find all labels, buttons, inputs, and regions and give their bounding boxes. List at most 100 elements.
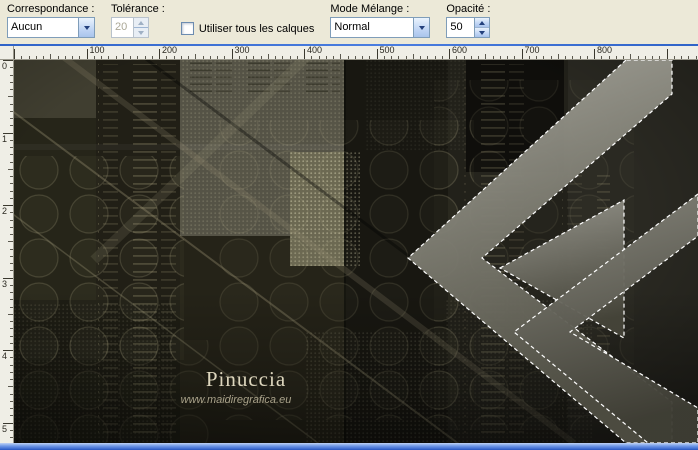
ruler-tick: [202, 56, 204, 59]
image-canvas[interactable]: Pinuccia www.maidiregrafica.eu: [14, 60, 698, 443]
workspace: 012345 Pinuccia www.maidiregrafica.eu: [0, 60, 698, 443]
vertical-ruler[interactable]: 0 1 2 3 4 5: [0, 60, 14, 443]
chevron-down-icon: [134, 27, 148, 37]
ruler-tick: [695, 56, 697, 59]
ruler-tick: [246, 56, 247, 59]
ruler-tick: [86, 49, 88, 59]
ruler-tick: [528, 56, 530, 59]
ruler-tick: [10, 154, 13, 156]
ruler-tick: [550, 56, 552, 59]
ruler-tick: [14, 49, 15, 59]
ruler-label: 300: [234, 46, 250, 55]
ruler-tick: [615, 56, 617, 59]
chevron-up-icon: [134, 18, 148, 27]
ruler-tick: [492, 56, 494, 59]
ruler-tick: [93, 56, 95, 59]
ruler-tick: [354, 56, 356, 59]
app-window: Correspondance : Aucun Tolérance : 20 Ut…: [0, 0, 698, 450]
ruler-tick: [10, 342, 13, 344]
bottom-scroll-edge[interactable]: [0, 443, 698, 450]
ruler-tick: [151, 56, 153, 59]
ruler-tick: [188, 56, 189, 59]
ruler-tick: [35, 56, 37, 59]
opacity-value: 50: [450, 21, 463, 33]
ruler-tick: [224, 56, 226, 59]
ruler-tick: [296, 56, 298, 59]
chevron-down-icon[interactable]: [413, 18, 430, 37]
ruler-label: 0: [2, 61, 8, 71]
use-all-layers-label: Utiliser tous les calques: [198, 22, 315, 35]
ruler-tick: [485, 54, 487, 59]
use-all-layers-group: Utiliser tous les calques: [180, 22, 315, 35]
use-all-layers-checkbox[interactable]: [180, 22, 194, 35]
ruler-label: 700: [524, 46, 540, 55]
ruler-tick: [8, 313, 13, 315]
ruler-tick: [10, 400, 13, 402]
ruler-tick: [10, 219, 13, 221]
opacity-input[interactable]: 50: [446, 17, 491, 38]
ruler-label: 200: [162, 46, 178, 55]
ruler-tick: [463, 56, 465, 59]
ruler-tick: [267, 54, 269, 59]
ruler-tick: [470, 56, 472, 59]
ruler-tick: [10, 364, 13, 366]
ruler-tick: [275, 56, 276, 59]
ruler-tick: [10, 371, 13, 373]
ruler-tick: [144, 56, 146, 59]
correspondance-select[interactable]: Aucun: [7, 17, 95, 38]
ruler-tick: [10, 263, 13, 264]
ruler-tick: [608, 56, 610, 59]
ruler-tick: [10, 139, 13, 141]
ruler-tick: [231, 49, 233, 59]
ruler-tick: [10, 89, 13, 90]
ruler-tick: [579, 56, 581, 59]
ruler-tick: [209, 56, 211, 59]
opacity-label: Opacité :: [446, 3, 491, 15]
tool-options-bar: Correspondance : Aucun Tolérance : 20 Ut…: [0, 0, 698, 44]
ruler-tick: [10, 226, 13, 228]
horizontal-ruler[interactable]: 100 200 300 400 500 600 700 800: [14, 46, 698, 59]
ruler-tick: [10, 429, 13, 431]
ruler-tick: [289, 56, 291, 59]
ruler-tick: [8, 168, 13, 170]
ruler-tick: [543, 56, 545, 59]
chevron-down-icon[interactable]: [475, 27, 490, 37]
ruler-tick: [10, 299, 13, 301]
ruler-tick: [412, 54, 414, 59]
ruler-tick: [10, 357, 13, 359]
ruler-tick: [10, 437, 13, 438]
correspondance-group: Correspondance : Aucun: [7, 3, 95, 38]
watermark-name: Pinuccia: [206, 367, 286, 391]
correspondance-value: Aucun: [11, 21, 43, 33]
ruler-tick: [10, 292, 13, 293]
ruler-tick: [601, 56, 603, 59]
ruler-row: 100 200 300 400 500 600 700 800: [0, 46, 698, 60]
canvas-art: Pinuccia www.maidiregrafica.eu: [14, 60, 698, 443]
chevron-down-icon[interactable]: [78, 18, 94, 37]
ruler-tick: [180, 56, 182, 59]
ruler-tick: [10, 328, 13, 330]
ruler-tick: [282, 56, 284, 59]
ruler-label: 500: [379, 46, 395, 55]
ruler-tick: [673, 56, 675, 59]
ruler-tick: [217, 56, 218, 59]
ruler-tick: [10, 212, 13, 214]
ruler-tick: [79, 56, 81, 59]
tolerance-input: 20: [111, 17, 149, 38]
ruler-tick: [50, 54, 52, 59]
ruler-label: 4: [2, 351, 8, 361]
ruler-tick: [101, 56, 102, 59]
ruler-tick: [10, 118, 13, 119]
ruler-tick: [8, 241, 13, 243]
ruler-tick: [10, 161, 13, 163]
ruler-tick: [8, 386, 13, 388]
chevron-up-icon[interactable]: [475, 18, 490, 27]
ruler-tick: [10, 415, 13, 417]
ruler-tick: [64, 56, 66, 59]
ruler-tick: [28, 56, 30, 59]
blend-mode-select[interactable]: Normal: [330, 17, 431, 38]
ruler-tick: [253, 56, 255, 59]
ruler-tick: [72, 56, 73, 59]
ruler-tick: [10, 234, 13, 235]
ruler-tick: [652, 56, 653, 59]
